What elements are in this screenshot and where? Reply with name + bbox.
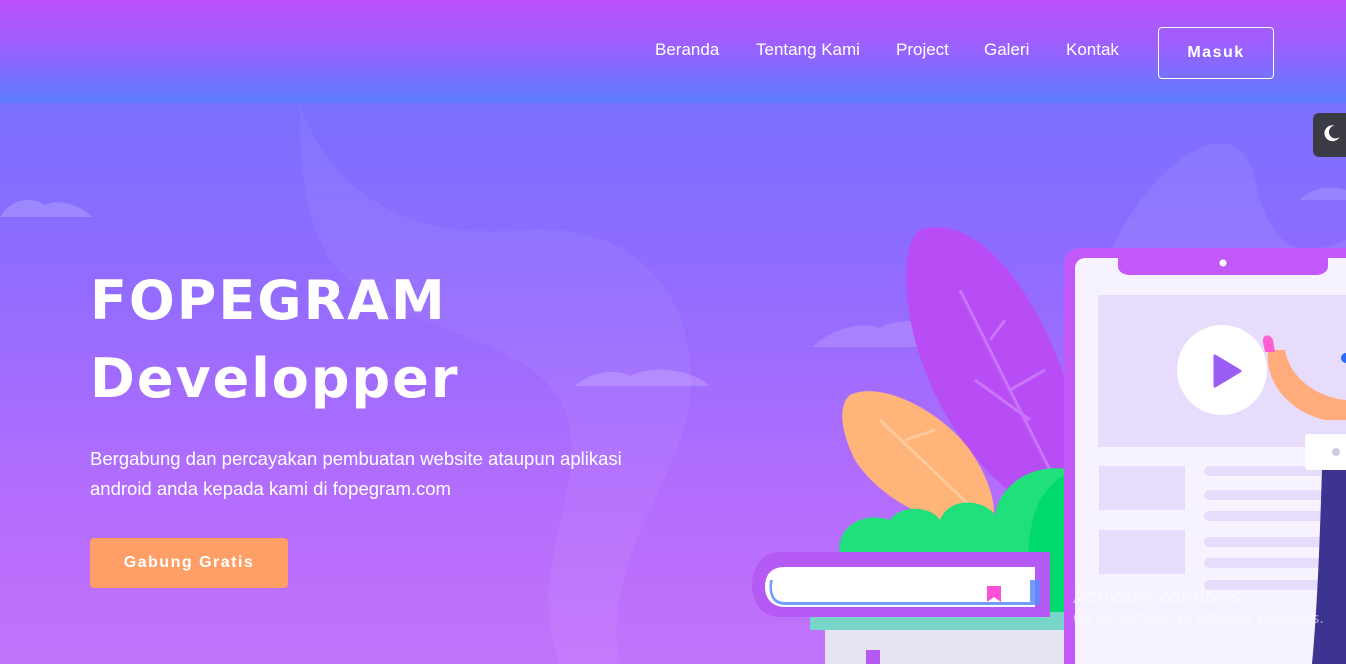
bookmark: [987, 586, 1001, 602]
play-icon: [1213, 354, 1242, 388]
video-panel: [1098, 295, 1346, 447]
play-button-bg: [1177, 325, 1267, 415]
person-detail: [1341, 353, 1346, 363]
person-card-dot: [1332, 448, 1340, 456]
nav-item-beranda[interactable]: Beranda: [655, 40, 719, 60]
book-top-edge: [769, 580, 1040, 605]
cloud: [0, 199, 92, 217]
bookmark-lower: [866, 650, 880, 664]
nav-item-kontak[interactable]: Kontak: [1066, 40, 1119, 60]
book-bottom: [825, 620, 1075, 664]
content-thumb: [1099, 530, 1185, 574]
watermark-title: Activate Windows: [1073, 586, 1242, 608]
content-line: [1204, 558, 1346, 568]
cloud: [575, 369, 710, 386]
tablet-camera: [1219, 259, 1227, 267]
nav-item-galeri[interactable]: Galeri: [984, 40, 1029, 60]
join-free-button[interactable]: Gabung Gratis: [90, 538, 288, 588]
dark-mode-toggle[interactable]: [1313, 113, 1346, 157]
person-card: [1305, 434, 1346, 470]
content-line: [1204, 537, 1346, 547]
cloud: [1300, 187, 1346, 200]
moon-icon: [1323, 124, 1341, 147]
login-button[interactable]: Masuk: [1158, 27, 1274, 79]
hero-title-line-1: FOPEGRAM: [90, 269, 447, 332]
hero-title: FOPEGRAM Developper: [90, 262, 459, 418]
content-line: [1204, 466, 1346, 476]
nav-item-project[interactable]: Project: [896, 40, 949, 60]
hero-description: Bergabung dan percayakan pembuatan websi…: [90, 448, 622, 499]
book-top-pages-inner: [772, 572, 1030, 602]
person-body: [1312, 470, 1346, 664]
cloud: [812, 321, 960, 347]
hero-title-line-2: Developper: [90, 347, 460, 410]
book-top-pages: [765, 567, 1035, 607]
watermark-subtitle: Go to Settings to activate Windows.: [1073, 611, 1324, 627]
person-arm: [1267, 350, 1346, 420]
book-top: [752, 552, 1050, 617]
leaf-vein: [878, 418, 987, 522]
windows-activation-watermark: Activate Windows Go to Settings to activ…: [1073, 586, 1324, 630]
purple-leaf: [905, 227, 1078, 520]
person-hand: [1262, 335, 1275, 352]
leaf-vein: [958, 289, 1052, 471]
content-line: [1204, 511, 1346, 521]
green-bush: [839, 468, 1070, 610]
content-line: [1204, 490, 1346, 500]
content-thumb: [1099, 466, 1185, 510]
orange-leaf: [842, 391, 994, 530]
site-header: Beranda Tentang Kami Project Galeri Kont…: [0, 0, 1346, 103]
nav-item-tentang-kami[interactable]: Tentang Kami: [756, 40, 860, 60]
tablet-notch: [1118, 258, 1328, 275]
book-bottom-band: [810, 612, 1072, 630]
